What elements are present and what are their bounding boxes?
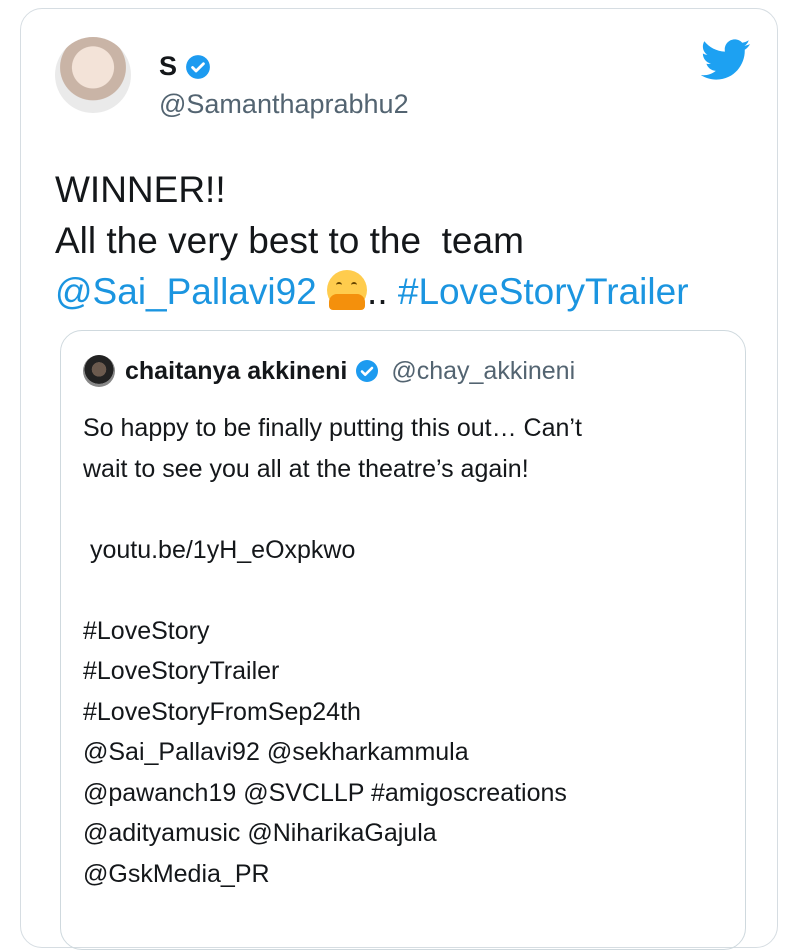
- hugging-face-emoji-icon: [327, 270, 368, 310]
- quoted-author-handle[interactable]: @chay_akkineni: [391, 357, 575, 386]
- quote-mention-line[interactable]: @Sai_Pallavi92 @sekharkammula: [83, 732, 582, 773]
- quote-mention-line[interactable]: @GskMedia_PR: [83, 854, 582, 895]
- separator-text: ..: [367, 271, 388, 312]
- verified-badge-icon: [186, 54, 210, 79]
- quoted-author-name[interactable]: chaitanya akkineni: [125, 357, 347, 386]
- quote-mention-line[interactable]: @pawanch19 @SVCLLP #amigoscreations: [83, 773, 582, 814]
- author-handle[interactable]: @Samanthaprabhu2: [159, 89, 409, 120]
- quote-hashtag-line[interactable]: #LoveStory: [83, 611, 582, 652]
- quote-hashtag-line[interactable]: #LoveStoryTrailer: [83, 651, 582, 692]
- quote-line: So happy to be finally putting this out……: [83, 414, 582, 442]
- quoted-author-avatar[interactable]: [83, 355, 115, 387]
- author-name-row: S: [159, 51, 211, 82]
- verified-badge-icon: [356, 360, 379, 382]
- quote-line: wait to see you all at the theatre’s aga…: [83, 454, 529, 483]
- hashtag-link[interactable]: #LoveStoryTrailer: [398, 271, 689, 312]
- mention-link[interactable]: @Sai_Pallavi92: [55, 271, 317, 312]
- quoted-tweet-text: So happy to be finally putting this out……: [83, 408, 582, 894]
- quote-mention-line[interactable]: @adityamusic @NiharikaGajula: [83, 813, 582, 854]
- tweet-line-2: All the very best to the team: [55, 220, 524, 261]
- tweet-text: WINNER!! All the very best to the team @Sa…: [55, 164, 689, 317]
- author-name[interactable]: S: [159, 51, 177, 82]
- quote-line: [83, 489, 582, 530]
- twitter-bird-icon[interactable]: [701, 39, 751, 81]
- quoted-tweet[interactable]: chaitanya akkineni @chay_akkineni So hap…: [60, 330, 746, 950]
- tweet-line-3: @Sai_Pallavi92 .. #LoveStoryTrailer: [55, 266, 689, 317]
- author-avatar[interactable]: [55, 37, 131, 113]
- quote-line: [83, 570, 582, 611]
- tweet-line-1: WINNER!!: [55, 169, 226, 210]
- quote-link-line[interactable]: youtu.be/1yH_eOxpkwo: [83, 530, 582, 571]
- quoted-tweet-header: chaitanya akkineni @chay_akkineni: [83, 355, 575, 387]
- quote-hashtag-line[interactable]: #LoveStoryFromSep24th: [83, 692, 582, 733]
